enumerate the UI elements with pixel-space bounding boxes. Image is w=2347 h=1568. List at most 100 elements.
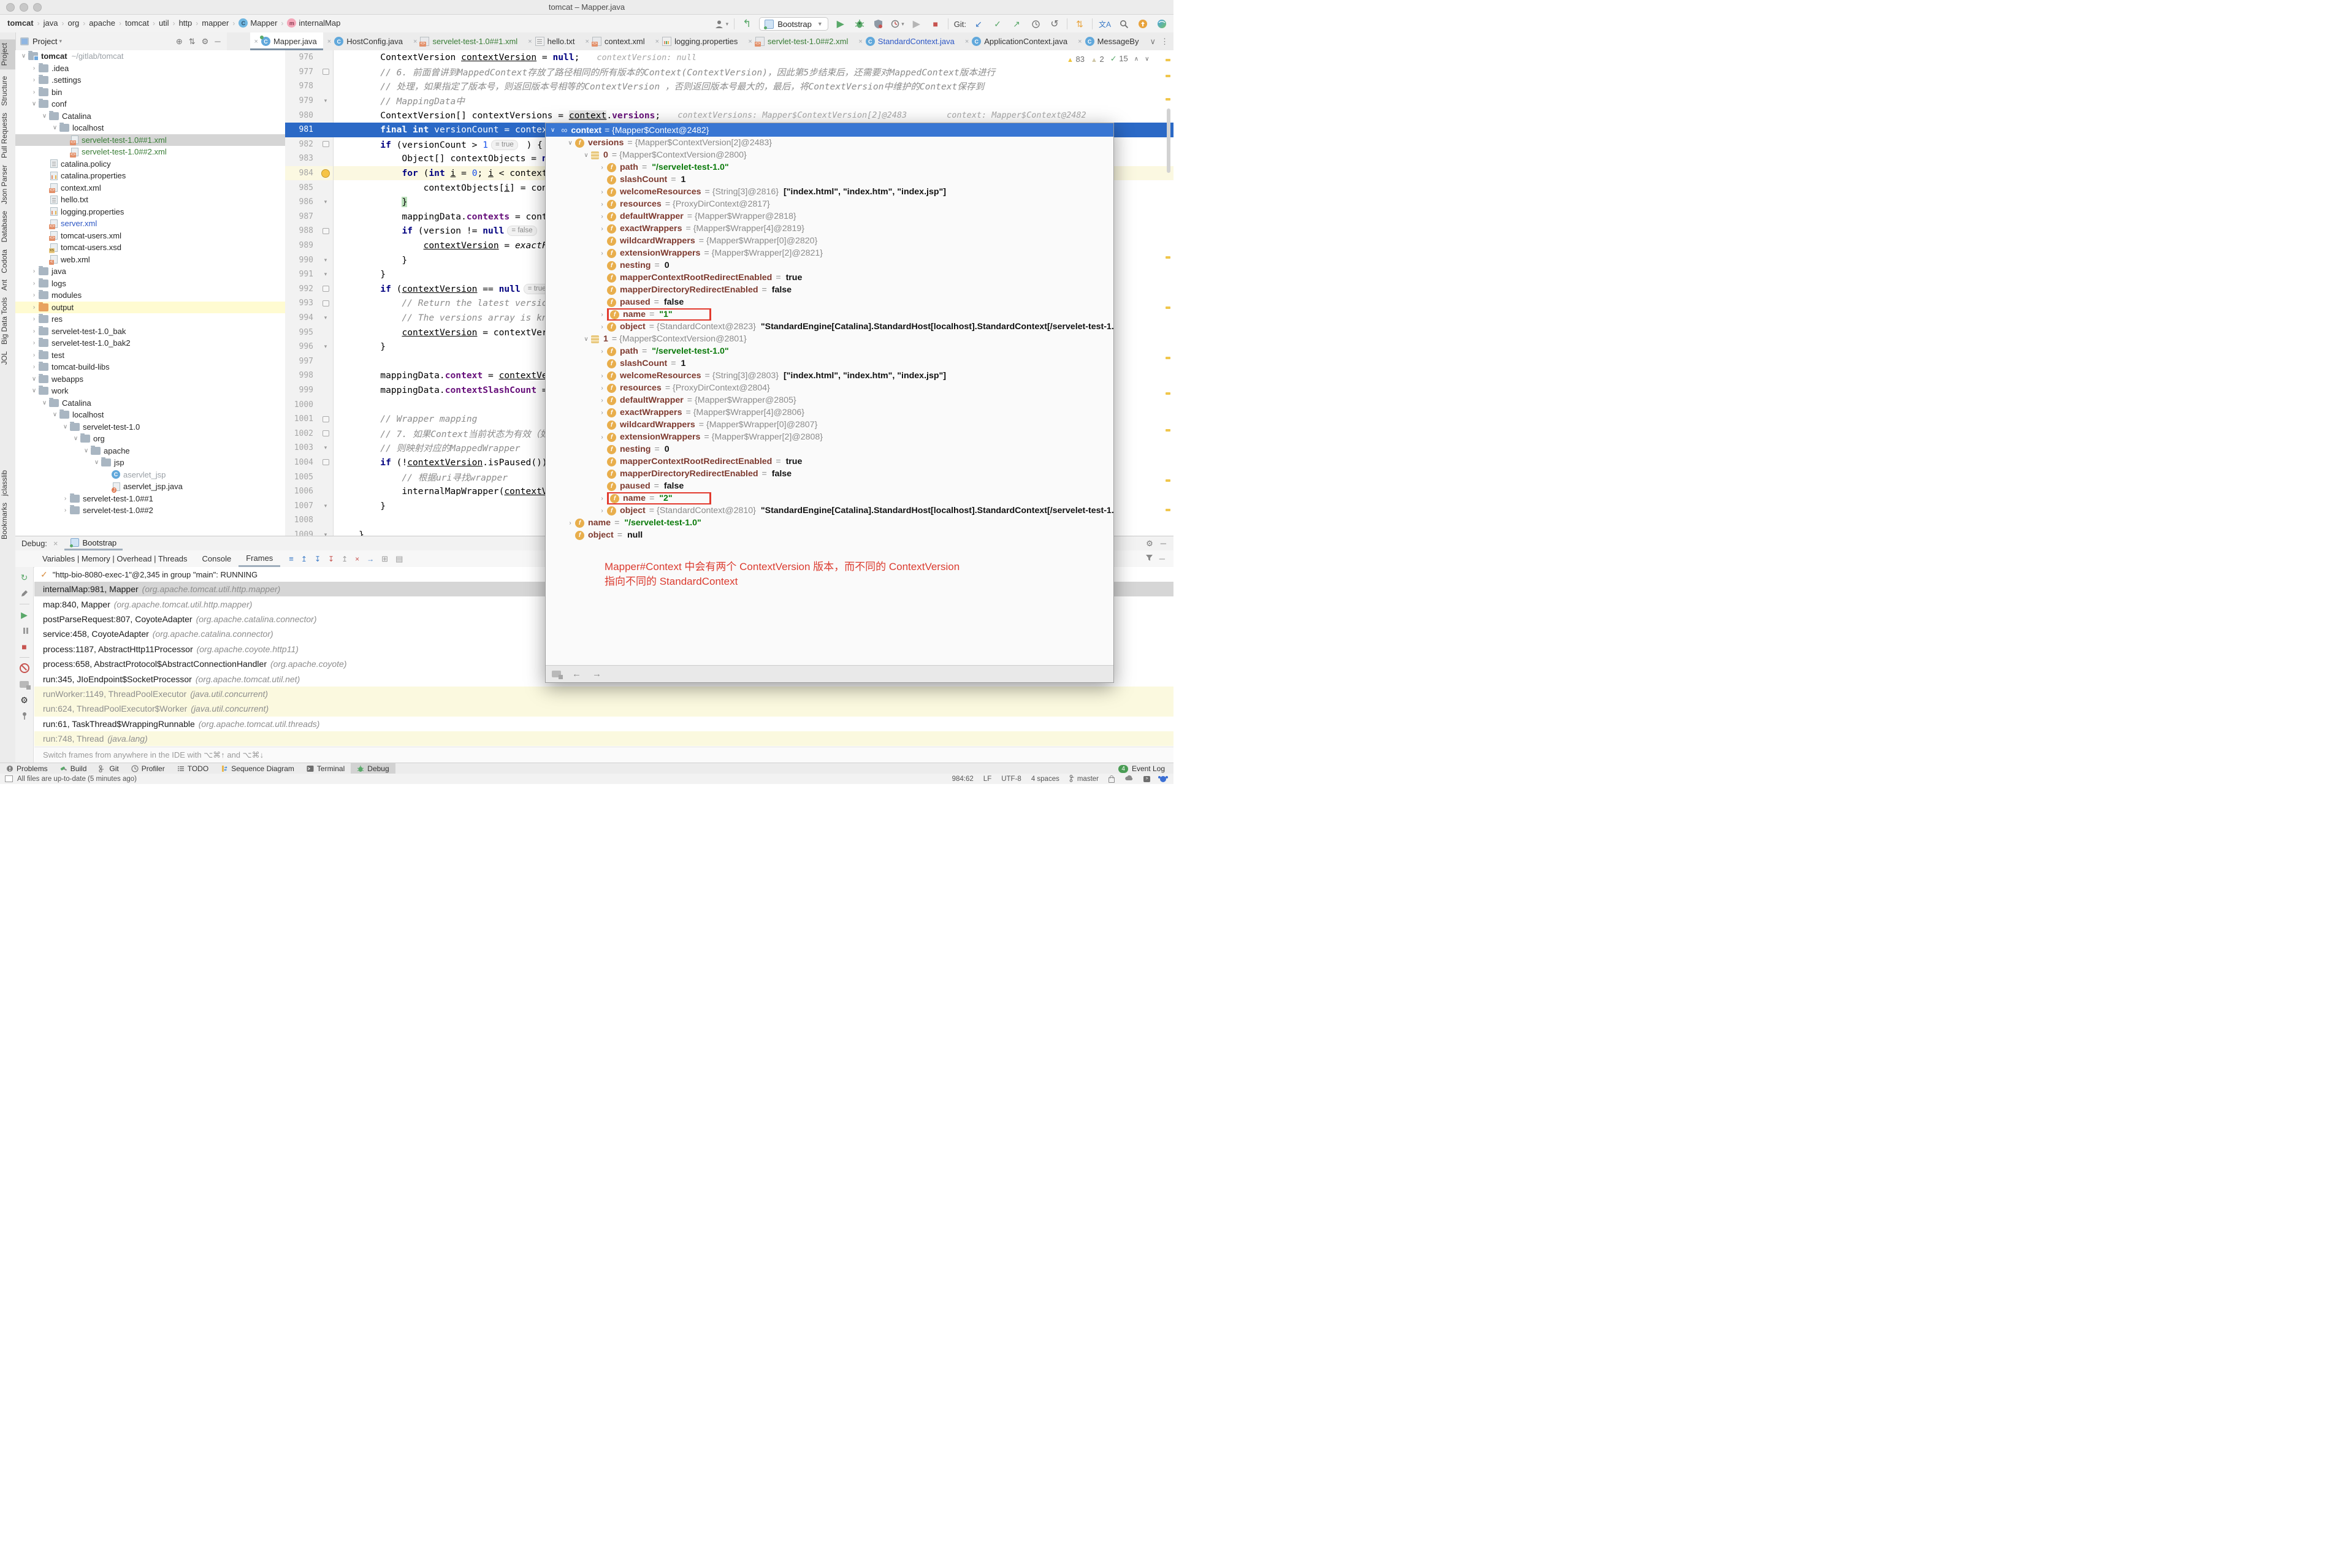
tabs-menu-icon[interactable]: ⋮	[1161, 37, 1169, 47]
evaluate-icon[interactable]: ⊞	[381, 554, 388, 564]
tab-context.xml[interactable]: ×context.xml	[581, 32, 651, 50]
stack-frame-row[interactable]: run:748, Thread(java.lang)	[34, 731, 1174, 746]
variable-row[interactable]: ›fname= "1"	[546, 308, 1113, 321]
run-configuration-select[interactable]: Bootstrap ▼	[759, 17, 828, 31]
mute-breakpoints-icon[interactable]	[18, 662, 31, 674]
resume-icon[interactable]: ▶	[18, 609, 31, 621]
variable-row[interactable]: ›fexactWrappers= {Mapper$Wrapper[4]@2806…	[546, 406, 1113, 419]
pin-icon[interactable]	[18, 710, 31, 722]
popup-header[interactable]: ∨ ∞ context = {Mapper$Context@2482}	[546, 123, 1113, 137]
git-rollback-icon[interactable]: ↺	[1048, 17, 1061, 31]
variable-row[interactable]: ›fexactWrappers= {Mapper$Wrapper[4]@2819…	[546, 223, 1113, 235]
variable-row[interactable]: ›fwelcomeResources= {String[3]@2816} ["i…	[546, 186, 1113, 198]
project-tree[interactable]: ∨tomcat~/gitlab/tomcat›.idea›.settings›b…	[15, 50, 286, 536]
sidebar-item-pull-requests[interactable]: Pull Requests	[0, 113, 15, 158]
tree-row[interactable]: ∨localhost	[15, 122, 285, 134]
tab-hello.txt[interactable]: ×hello.txt	[524, 32, 581, 50]
tab-close-icon[interactable]: ×	[585, 38, 589, 45]
variable-row[interactable]: fslashCount= 1	[546, 173, 1113, 186]
tab-close-icon[interactable]: ×	[965, 38, 969, 45]
tree-row[interactable]: ›output	[15, 302, 285, 314]
tree-row[interactable]: logging.properties	[15, 206, 285, 218]
variable-row[interactable]: ›fresources= {ProxyDirContext@2804}	[546, 382, 1113, 394]
git-history-icon[interactable]	[1029, 17, 1042, 31]
tree-row[interactable]: server.xml	[15, 218, 285, 230]
sidebar-item-big-data-tools[interactable]: Big Data Tools	[0, 297, 15, 344]
debugger-value-popup[interactable]: ∨ ∞ context = {Mapper$Context@2482} ∨fve…	[545, 123, 1114, 683]
tree-row[interactable]: ›modules	[15, 289, 285, 302]
scrollbar-thumb[interactable]	[1167, 108, 1170, 173]
variable-row[interactable]: fwildcardWrappers= {Mapper$Wrapper[0]@28…	[546, 419, 1113, 431]
tree-row[interactable]: ›servelet-test-1.0_bak2	[15, 337, 285, 349]
fold-icon[interactable]: ▾	[324, 257, 327, 264]
tab-StandardContext.java[interactable]: ×CStandardContext.java	[854, 32, 960, 50]
breadcrumb-item[interactable]: org	[67, 18, 79, 28]
tree-row[interactable]: ∨Catalina	[15, 110, 285, 123]
popup-back-icon[interactable]: ←	[572, 669, 581, 679]
goto-cursor-icon[interactable]: →	[367, 555, 374, 563]
toolwindow-button-todo[interactable]: TODO	[171, 763, 215, 774]
modify-run-config-icon[interactable]	[18, 587, 31, 599]
tree-row[interactable]: ∨tomcat~/gitlab/tomcat	[15, 50, 285, 63]
tree-row[interactable]: ∨servelet-test-1.0	[15, 421, 285, 433]
breadcrumb-item[interactable]: tomcat	[125, 18, 149, 28]
tab-ApplicationContext.java[interactable]: ×CApplicationContext.java	[961, 32, 1074, 50]
variable-row[interactable]: fobject= null	[546, 529, 1113, 541]
tree-row[interactable]: servelet-test-1.0##2.xml	[15, 146, 285, 158]
tree-row[interactable]: hello.txt	[15, 194, 285, 206]
inspection-widget[interactable]: ▲ 83 ▲ 2 ✓ 15 ∧ ∨	[1067, 54, 1149, 64]
variable-row[interactable]: fslashCount= 1	[546, 357, 1113, 370]
variable-row[interactable]: fmapperDirectoryRedirectEnabled= false	[546, 468, 1113, 480]
variable-row[interactable]: ›fname= "/servelet-test-1.0"	[546, 517, 1113, 529]
variable-row[interactable]: fmapperContextRootRedirectEnabled= true	[546, 455, 1113, 468]
sort-icon[interactable]: ⇅	[1073, 17, 1086, 31]
profiler-button[interactable]: ▾	[891, 17, 904, 31]
sidebar-item-codota[interactable]: Codota	[0, 249, 15, 273]
variable-row[interactable]: ›fdefaultWrapper= {Mapper$Wrapper@2805}	[546, 394, 1113, 406]
tab-console[interactable]: Console	[195, 550, 239, 567]
breadcrumb-item[interactable]: tomcat	[7, 18, 34, 28]
drop-frame-icon[interactable]: ↧	[328, 555, 334, 563]
variable-row[interactable]: fmapperDirectoryRedirectEnabled= false	[546, 284, 1113, 296]
debug-hide-icon[interactable]: ─	[1161, 539, 1166, 549]
stack-frame-row[interactable]: runWorker:1149, ThreadPoolExecutor(java.…	[34, 687, 1174, 701]
indent-setting[interactable]: 4 spaces	[1031, 775, 1059, 783]
tree-row[interactable]: ›res	[15, 313, 285, 325]
variable-row[interactable]: ∨0= {Mapper$ContextVersion@2800}	[546, 149, 1113, 161]
breadcrumb-item[interactable]: minternalMap	[287, 18, 340, 28]
frames-settings-icon[interactable]: ─	[1159, 554, 1165, 563]
variable-row[interactable]: fpaused= false	[546, 296, 1113, 308]
debug-settings-icon[interactable]: ⚙	[1146, 539, 1153, 549]
coverage-button[interactable]	[872, 17, 885, 31]
variable-row[interactable]: ›fobject= {StandardContext@2810} "Standa…	[546, 504, 1113, 517]
sidebar-item-project[interactable]: Project	[0, 39, 15, 69]
stack-frame-row[interactable]: run:624, ThreadPoolExecutor$Worker(java.…	[34, 701, 1174, 716]
restore-frame-icon[interactable]: ↥	[301, 555, 307, 563]
tree-row[interactable]: servelet-test-1.0##1.xml	[15, 134, 285, 147]
git-branch[interactable]: master	[1069, 775, 1099, 783]
fold-icon[interactable]: ▾	[324, 314, 327, 321]
arrow-up-icon[interactable]: ↥	[342, 555, 348, 563]
variable-row[interactable]: ›fextensionWrappers= {Mapper$Wrapper[2]@…	[546, 247, 1113, 259]
event-log[interactable]: 4Event Log	[1118, 764, 1174, 773]
debug-session-tab[interactable]: Bootstrap	[64, 536, 123, 550]
breadcrumb-item[interactable]: CMapper	[239, 18, 277, 28]
rerun-button[interactable]: ▶	[910, 17, 923, 31]
paw-icon[interactable]	[1160, 776, 1166, 782]
tree-row[interactable]: web.xml	[15, 254, 285, 266]
intention-bulb-icon[interactable]	[321, 169, 330, 178]
variable-row[interactable]: ›fwelcomeResources= {String[3]@2803} ["i…	[546, 370, 1113, 382]
git-update-icon[interactable]: ↙	[972, 17, 985, 31]
sidebar-item-jol[interactable]: JOL	[0, 351, 15, 365]
caret-position[interactable]: 984:62	[952, 775, 974, 783]
tree-row[interactable]: ∨jsp	[15, 457, 285, 469]
tree-row[interactable]: context.xml	[15, 182, 285, 194]
stop-debug-icon[interactable]: ■	[18, 641, 31, 653]
breadcrumb-item[interactable]: mapper	[202, 18, 229, 28]
fold-icon[interactable]: ▾	[324, 503, 327, 509]
variable-row[interactable]: ∨1= {Mapper$ContextVersion@2801}	[546, 333, 1113, 345]
tree-row[interactable]: ›.settings	[15, 74, 285, 86]
tree-row[interactable]: ›servelet-test-1.0##1	[15, 493, 285, 505]
tree-row[interactable]: ›servelet-test-1.0_bak	[15, 325, 285, 338]
tab-close-icon[interactable]: ×	[748, 38, 752, 45]
